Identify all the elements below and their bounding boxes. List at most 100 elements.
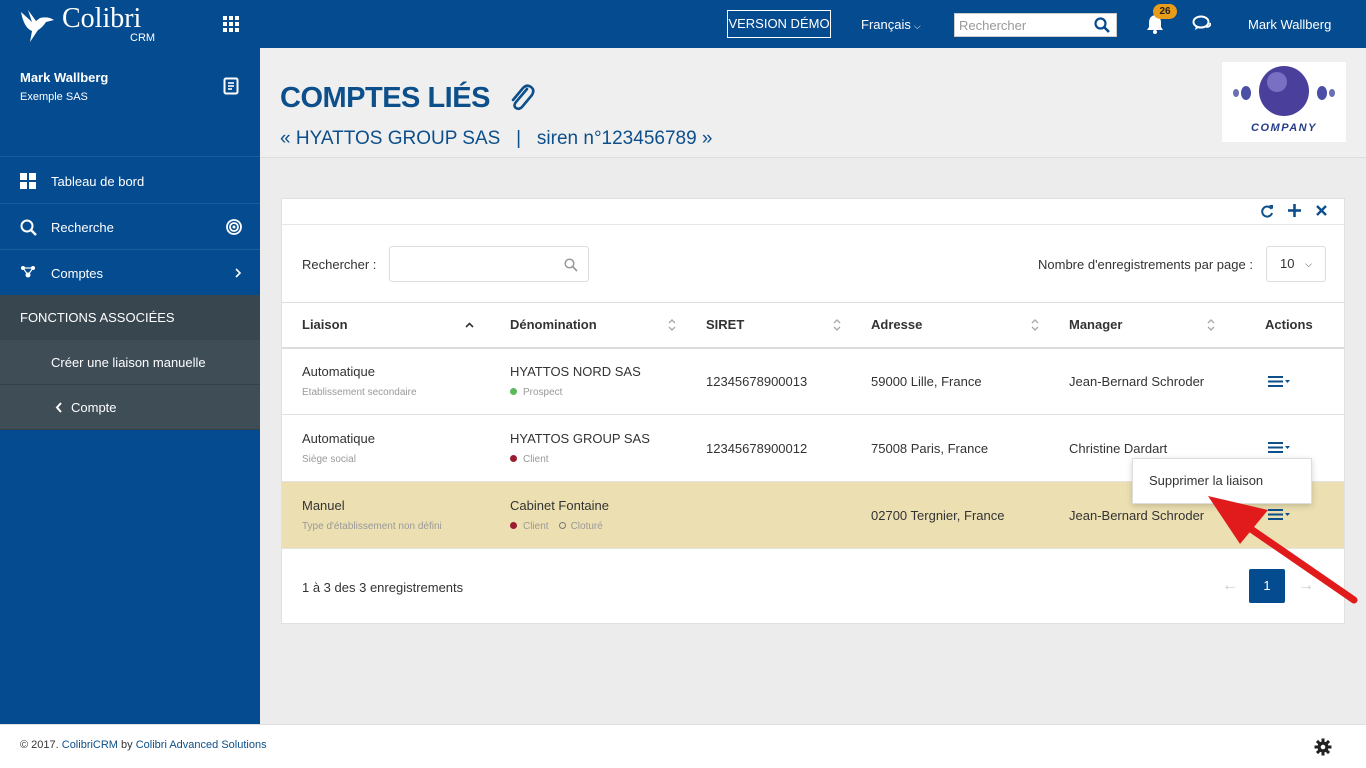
back-to-account-item[interactable]: Compte [0,385,260,430]
chevron-left-icon [55,402,62,413]
back-to-account-label: Compte [71,400,117,415]
per-page-value: 10 [1280,256,1295,271]
status-badge: Client Cloturé [510,521,686,532]
sidebar: Mark Wallberg Exemple SAS Tableau de bor… [0,48,260,724]
status-dot-icon [510,388,517,396]
brand-sub: CRM [130,32,156,44]
column-header-denomination[interactable]: Dénomination [490,302,686,349]
status-badge: Prospect [510,387,686,398]
profile-company: Exemple SAS [20,91,88,103]
cell-denomination: Cabinet Fontaine Client Cloturé [490,481,686,549]
liaison-type: Type d'établissement non défini [302,521,442,532]
actions-menu-icon[interactable] [1268,375,1290,387]
sort-icon [668,319,676,331]
accounts-icon [21,266,35,278]
status-badge: Client [510,454,686,465]
status-dot-icon [510,455,517,462]
table-header-row: Liaison Dénomination SIRET Adresse Manag… [282,302,1344,349]
cell-adresse: 75008 Paris, France [851,414,1049,482]
denomination-link[interactable]: HYATTOS GROUP SAS [510,431,686,446]
dashboard-icon [20,173,36,189]
card-toolbar [282,199,1344,225]
column-header-adresse[interactable]: Adresse [851,302,1049,349]
column-header-liaison[interactable]: Liaison [282,302,490,349]
demo-version-button[interactable]: VERSION DÉMO [727,10,831,38]
column-header-manager[interactable]: Manager [1049,302,1235,349]
sidebar-item-search[interactable]: Recherche [0,204,260,250]
sort-icon [1207,319,1215,331]
gear-icon[interactable] [1314,738,1332,756]
liaison-value: Automatique [302,364,375,380]
sidebar-item-accounts[interactable]: Comptes [0,250,260,296]
linked-accounts-card: Rechercher : Nombre d'enregistrements pa… [281,198,1345,624]
search-icon [20,219,37,236]
actions-menu-icon[interactable] [1268,442,1290,453]
cell-liaison: Automatique Siège social [282,414,490,482]
add-icon[interactable] [1288,204,1301,217]
table-search [389,246,589,282]
global-search-input[interactable] [955,14,1091,36]
cell-liaison: Automatique Etablissement secondaire [282,347,490,415]
footer: © 2017. ColibriCRM by Colibri Advanced S… [0,724,1366,768]
footer-brand-link[interactable]: ColibriCRM [62,739,118,751]
cell-siret: 12345678900012 [686,414,851,482]
column-header-siret[interactable]: SIRET [686,302,851,349]
cell-adresse: 59000 Lille, France [851,347,1049,415]
top-user-name[interactable]: Mark Wallberg [1248,17,1331,32]
search-icon[interactable] [1094,17,1110,33]
liaison-value: Automatique [302,431,375,446]
cell-liaison: Manuel Type d'établissement non défini [282,481,490,549]
sidebar-item-label: Tableau de bord [51,174,145,189]
cell-denomination: HYATTOS NORD SAS Prospect [490,347,686,415]
close-icon[interactable] [1316,205,1327,216]
table-row[interactable]: Automatique Etablissement secondaire HYA… [282,347,1344,415]
apps-grid-icon[interactable] [222,15,240,33]
company-logo: COMPANY [1222,62,1346,142]
page-title: COMPTES LIÉS [280,82,490,114]
records-info: 1 à 3 des 3 enregistrements [302,580,464,595]
per-page-select[interactable]: 10 ⌵ [1266,246,1326,282]
chevron-right-icon [235,268,242,278]
sidebar-item-dashboard[interactable]: Tableau de bord [0,158,260,204]
cell-siret [686,481,851,549]
brand-logo[interactable]: Colibri CRM [18,4,163,46]
page-subtitle: « HYATTOS GROUP SAS | siren n°123456789 … [280,128,713,149]
address-book-icon[interactable] [223,77,239,95]
denomination-link[interactable]: Cabinet Fontaine [510,498,686,513]
cell-manager: Jean-Bernard Schroder [1049,347,1235,415]
associated-functions-heading: FONCTIONS ASSOCIÉES [0,295,260,340]
status-dot-icon [510,522,517,529]
footer-company-link[interactable]: Colibri Advanced Solutions [136,739,267,751]
language-label: Français [861,17,911,32]
footer-copyright: © 2017. ColibriCRM by Colibri Advanced S… [20,739,267,751]
profile-user-name: Mark Wallberg [20,70,109,85]
paperclip-icon[interactable] [508,83,536,113]
table-search-label: Rechercher : [302,257,377,272]
cell-adresse: 02700 Tergnier, France [851,481,1049,549]
target-icon[interactable] [226,219,242,235]
chat-icon[interactable] [1192,15,1212,33]
per-page-label: Nombre d'enregistrements par page : [1038,257,1253,272]
sidebar-item-label: Comptes [51,266,104,281]
liaison-type: Etablissement secondaire [302,387,417,399]
liaison-type: Siège social [302,454,356,465]
sidebar-item-label: Recherche [51,220,114,235]
notification-badge: 26 [1153,4,1177,19]
chevron-down-icon: ⌵ [913,21,921,31]
global-search [954,13,1117,37]
refresh-icon[interactable] [1260,204,1274,218]
table-search-input[interactable] [390,247,555,281]
sort-asc-icon [465,322,474,328]
denomination-link[interactable]: HYATTOS NORD SAS [510,364,686,379]
brand-name: Colibri [62,3,142,34]
create-manual-link-item[interactable]: Créer une liaison manuelle [0,340,260,385]
cell-actions [1235,347,1344,415]
company-logo-sphere [1233,66,1335,116]
language-selector[interactable]: Français ⌵ [861,17,921,32]
liaison-value: Manuel [302,498,345,513]
cell-siret: 12345678900013 [686,347,851,415]
red-arrow-annotation [1208,496,1358,604]
sort-icon [1031,319,1039,331]
sidebar-profile: Mark Wallberg Exemple SAS [0,48,260,157]
search-icon [564,258,578,272]
